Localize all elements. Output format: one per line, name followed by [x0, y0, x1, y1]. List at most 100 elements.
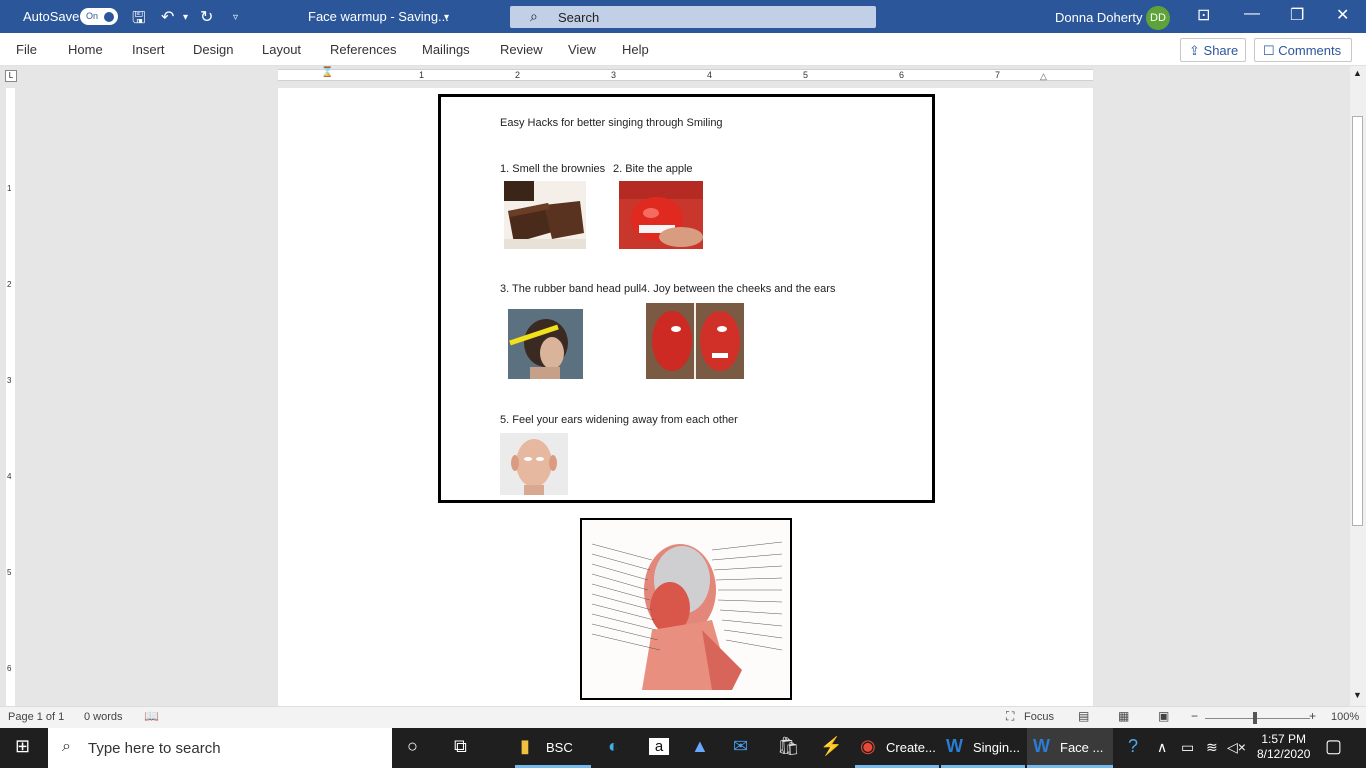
volume-icon[interactable]: ◁×	[1227, 739, 1246, 756]
comments-button[interactable]: ☐ Comments	[1254, 38, 1352, 62]
word-count[interactable]: 0 words	[84, 711, 123, 723]
taskbar-search-placeholder: Type here to search	[88, 740, 221, 757]
taskbar-word-singing[interactable]: Singin...	[973, 740, 1020, 755]
ears-widening-image[interactable]	[500, 433, 568, 495]
word-icon[interactable]: W	[1033, 736, 1050, 757]
focus-icon[interactable]: ⛶	[1006, 709, 1014, 724]
minimize-icon[interactable]: —	[1244, 5, 1260, 23]
chevron-up-icon[interactable]: ∧	[1157, 739, 1167, 756]
tab-home[interactable]: Home	[68, 42, 103, 57]
autosave-label: AutoSave	[23, 9, 80, 24]
comment-icon: ☐	[1263, 43, 1275, 58]
horizontal-ruler[interactable]: 1 2 3 4 5 6 7 ⌛ △	[278, 67, 1093, 82]
status-bar: Page 1 of 1 0 words 📖 ⛶ Focus ▤ ▦ ▣ − + …	[0, 706, 1366, 728]
search-icon: ⌕	[530, 8, 538, 24]
wifi-icon[interactable]: ≋	[1206, 739, 1218, 756]
document-title[interactable]: Face warmup - Saving...	[308, 9, 449, 24]
autosave-state: On	[86, 11, 99, 21]
zoom-in-icon[interactable]: +	[1309, 709, 1316, 723]
right-indent-marker[interactable]: △	[1040, 71, 1047, 82]
facial-muscles-anatomy-image[interactable]	[580, 518, 792, 700]
taskbar-bsc[interactable]: BSC	[546, 740, 573, 755]
title-dropdown-icon[interactable]: ▾	[444, 12, 449, 23]
ruler-number: 5	[803, 70, 809, 80]
tab-review[interactable]: Review	[500, 42, 543, 57]
share-label: Share	[1203, 43, 1239, 58]
search-input[interactable]: ⌕ Search	[510, 6, 876, 28]
avatar[interactable]: DD	[1146, 6, 1170, 30]
notifications-icon[interactable]: ▢	[1325, 736, 1342, 757]
amazon-icon[interactable]: a	[649, 738, 669, 755]
zoom-slider[interactable]	[1205, 718, 1310, 719]
task-view-icon[interactable]: ⧉	[454, 736, 467, 757]
battery-icon[interactable]: ▭	[1181, 739, 1194, 756]
undo-icon[interactable]: ↶	[161, 7, 174, 27]
mail-icon[interactable]: ✉	[733, 736, 748, 757]
save-icon[interactable]: 🖫	[132, 7, 146, 34]
cortana-icon[interactable]: ○	[407, 736, 418, 757]
customize-toolbar-icon[interactable]: ▿	[233, 12, 238, 23]
taskbar-chrome[interactable]: Create...	[886, 740, 936, 755]
vscode-icon[interactable]: ⚡	[820, 736, 842, 757]
ruler-number: 1	[419, 70, 425, 80]
proofing-icon[interactable]: 📖	[144, 709, 159, 723]
word-icon[interactable]: W	[946, 736, 963, 757]
store-icon[interactable]: 🛍	[777, 736, 800, 757]
file-explorer-icon[interactable]: ▮	[520, 736, 530, 757]
apple-bite-image[interactable]	[619, 181, 703, 249]
read-mode-icon[interactable]: ▤	[1078, 709, 1089, 723]
windows-start-icon[interactable]: ⊞	[15, 736, 30, 757]
tab-help[interactable]: Help	[622, 42, 649, 57]
chrome-icon[interactable]: ◉	[860, 736, 876, 757]
zoom-slider-thumb[interactable]	[1253, 712, 1257, 724]
web-layout-icon[interactable]: ▣	[1158, 709, 1169, 723]
tab-design[interactable]: Design	[193, 42, 233, 57]
tab-selector[interactable]: L	[5, 70, 17, 82]
scroll-up-icon[interactable]: ▲	[1353, 68, 1362, 78]
undo-dropdown-icon[interactable]: ▾	[183, 12, 188, 23]
tab-layout[interactable]: Layout	[262, 42, 301, 57]
vertical-ruler[interactable]: 1 2 3 4 5 6	[0, 88, 20, 706]
share-button[interactable]: ⇪ Share	[1180, 38, 1246, 62]
cheek-muscles-image[interactable]	[646, 303, 744, 379]
redo-icon[interactable]: ↻	[200, 7, 213, 27]
user-name[interactable]: Donna Doherty	[1055, 10, 1142, 25]
edge-icon[interactable]: ◐	[608, 736, 619, 757]
tab-references[interactable]: References	[330, 42, 396, 57]
zoom-out-icon[interactable]: −	[1191, 709, 1198, 723]
search-icon: ⌕	[62, 738, 71, 755]
scroll-down-icon[interactable]: ▼	[1353, 690, 1362, 700]
azure-icon[interactable]: ▲	[691, 736, 709, 757]
tab-view[interactable]: View	[568, 42, 596, 57]
vertical-scrollbar[interactable]: ▲ ▼	[1350, 66, 1366, 706]
print-layout-icon[interactable]: ▦	[1118, 709, 1129, 723]
content-frame[interactable]: Easy Hacks for better singing through Sm…	[438, 94, 935, 503]
zoom-level[interactable]: 100%	[1331, 711, 1359, 723]
title-bar: AutoSave On 🖫 ↶ ▾ ↻ ▿ Face warmup - Savi…	[0, 0, 1366, 33]
restore-icon[interactable]: ❐	[1290, 5, 1304, 25]
autosave-toggle[interactable]: On	[80, 8, 118, 25]
close-icon[interactable]: ✕	[1336, 5, 1349, 25]
scroll-thumb[interactable]	[1352, 116, 1363, 526]
system-clock[interactable]: 1:57 PM 8/12/2020	[1257, 732, 1310, 762]
ruler-number: 4	[707, 70, 713, 80]
taskbar-word-face[interactable]: Face ...	[1060, 740, 1103, 755]
focus-button[interactable]: Focus	[1024, 711, 1054, 723]
tab-insert[interactable]: Insert	[132, 42, 165, 57]
ruler-number: 2	[515, 70, 521, 80]
tab-mailings[interactable]: Mailings	[422, 42, 470, 57]
search-placeholder: Search	[558, 10, 600, 25]
ribbon-display-icon[interactable]: ⊡	[1197, 5, 1210, 25]
help-icon[interactable]: ?	[1128, 736, 1138, 757]
rubber-band-head-image[interactable]	[508, 309, 583, 379]
ruler-number: 5	[7, 568, 12, 577]
hack-item-2: 2. Bite the apple	[613, 163, 693, 175]
page-count[interactable]: Page 1 of 1	[8, 711, 64, 723]
taskbar-search-input[interactable]: ⌕ Type here to search	[48, 728, 392, 768]
left-indent-marker[interactable]: ⌛	[321, 67, 333, 78]
ruler-number: 3	[611, 70, 617, 80]
taskbar: ⊞ ⌕ Type here to search ○ ⧉ ▮ BSC ◐ a ▲ …	[0, 728, 1366, 768]
tab-file[interactable]: File	[16, 42, 37, 57]
hack-item-1: 1. Smell the brownies	[500, 163, 606, 175]
brownies-image[interactable]	[504, 181, 586, 249]
